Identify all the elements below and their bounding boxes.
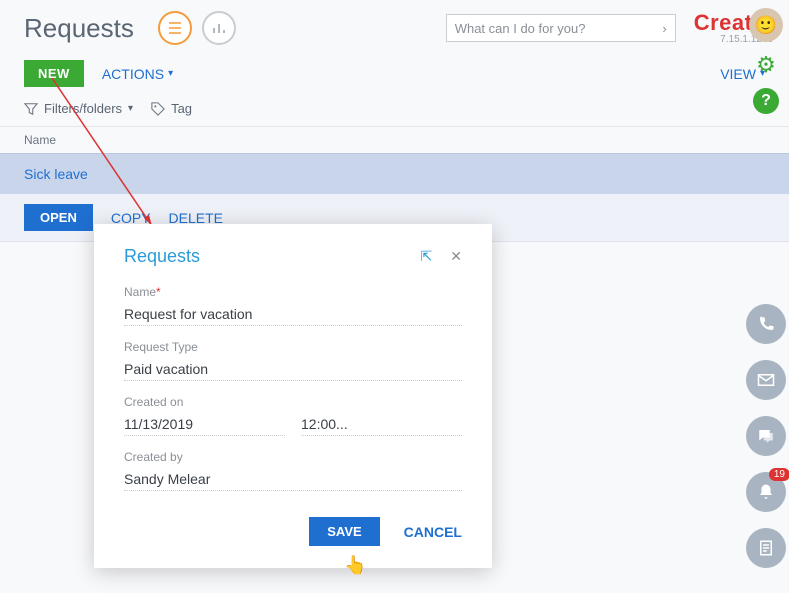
column-header-name[interactable]: Name [0,126,789,153]
created-by-label: Created by [124,450,462,464]
cancel-button[interactable]: CANCEL [404,524,462,540]
mail-icon [757,371,775,389]
note-icon [757,539,775,557]
tag-label: Tag [171,101,192,116]
notifications-panel-button[interactable]: 19 [746,472,786,512]
modal-title: Requests [124,246,421,267]
filters-folders-label: Filters/folders [44,101,122,116]
filter-icon [24,102,38,116]
tag-icon [151,102,165,116]
caret-down-icon: ▾ [128,103,133,114]
search-placeholder: What can I do for you? [455,21,663,36]
caret-down-icon: ▾ [168,68,173,79]
help-icon[interactable]: ? [753,88,779,114]
open-button[interactable]: OPEN [24,204,93,231]
avatar[interactable]: 🙂 [749,8,783,42]
created-on-date-field[interactable]: 11/13/2019 [124,413,285,436]
list-icon [167,20,183,36]
page-title: Requests [24,13,134,44]
new-request-modal: Requests ⇱ ✕ Name* Request for vacation … [94,224,492,568]
close-icon[interactable]: ✕ [450,248,462,265]
feed-panel-button[interactable] [746,416,786,456]
tag-toggle[interactable]: Tag [151,101,192,116]
phone-panel-button[interactable] [746,304,786,344]
filters-folders-toggle[interactable]: Filters/folders ▾ [24,101,133,116]
list-view-toggle[interactable] [158,11,192,45]
created-on-time-field[interactable]: 12:00... [301,413,462,436]
type-field[interactable]: Paid vacation [124,358,462,381]
save-button[interactable]: SAVE [309,517,379,546]
name-field-label: Name* [124,285,462,299]
email-panel-button[interactable] [746,360,786,400]
phone-icon [757,315,775,333]
chat-icon [757,427,775,445]
bell-icon [757,483,775,501]
table-row[interactable]: Sick leave [0,153,789,194]
bar-chart-icon [211,20,227,36]
chevron-right-icon: › [662,21,666,36]
expand-icon[interactable]: ⇱ [421,248,433,265]
global-search-input[interactable]: What can I do for you? › [446,14,676,42]
new-button[interactable]: NEW [24,60,84,87]
created-by-field[interactable]: Sandy Melear [124,468,462,491]
gear-icon[interactable]: ⚙ [753,52,779,78]
type-field-label: Request Type [124,340,462,354]
actions-menu[interactable]: ACTIONS ▾ [102,66,173,82]
created-on-label: Created on [124,395,462,409]
notifications-badge: 19 [769,468,789,481]
actions-label: ACTIONS [102,66,164,82]
process-panel-button[interactable] [746,528,786,568]
name-field[interactable]: Request for vacation [124,303,462,326]
analytics-view-toggle[interactable] [202,11,236,45]
